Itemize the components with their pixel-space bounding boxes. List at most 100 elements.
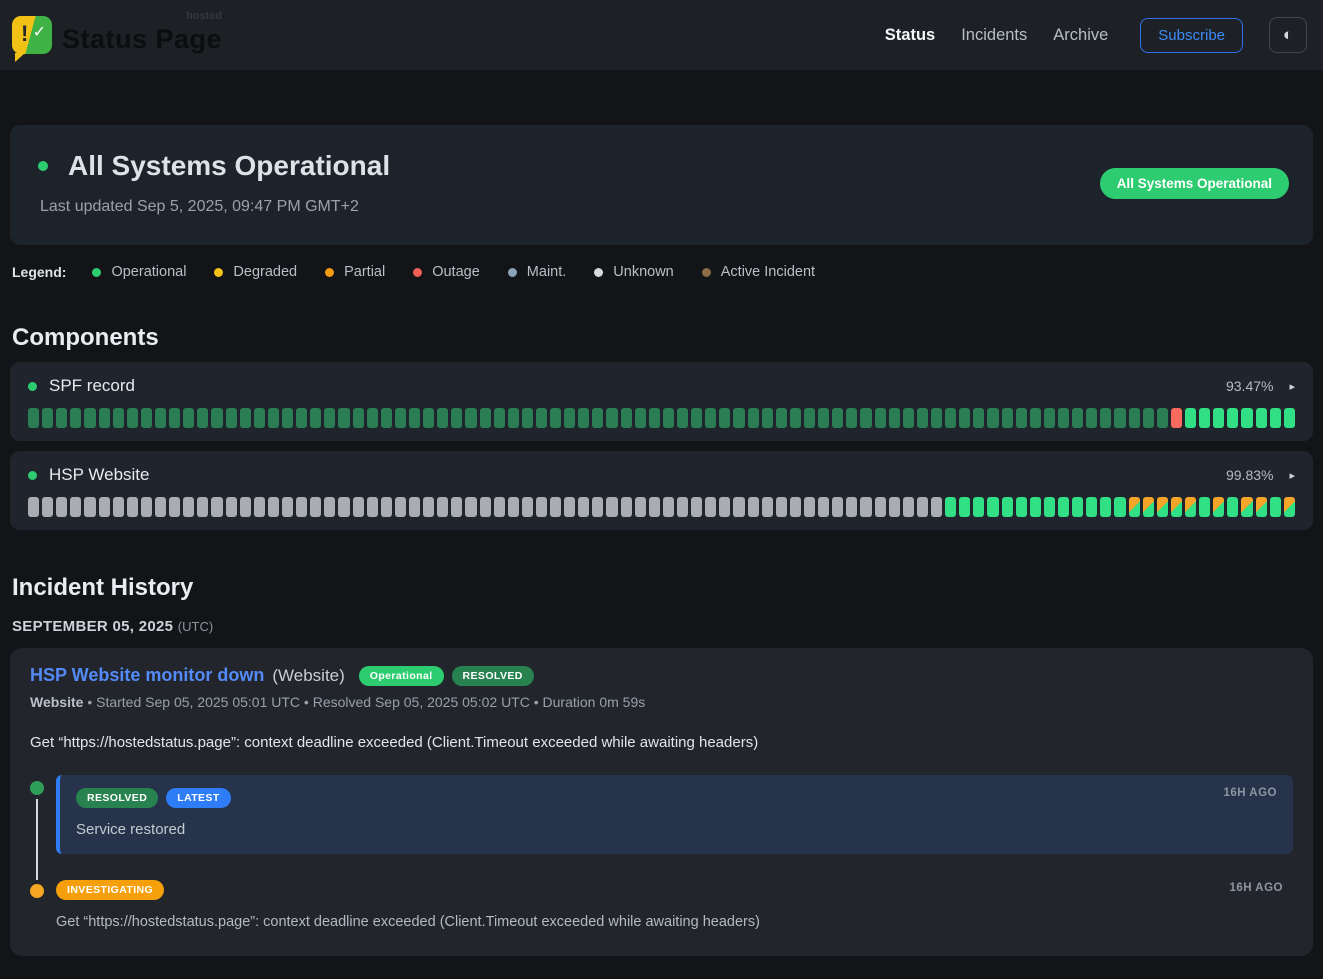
uptime-bar[interactable] [211,408,222,428]
uptime-bar[interactable] [1100,408,1111,428]
uptime-bar[interactable] [1143,408,1154,428]
uptime-bar[interactable] [663,408,674,428]
expand-arrow-icon[interactable]: ▸ [1289,380,1295,393]
uptime-bar[interactable] [141,408,152,428]
uptime-bar[interactable] [1100,497,1111,517]
uptime-bar[interactable] [1256,408,1267,428]
uptime-bar[interactable] [1199,408,1210,428]
uptime-bar[interactable] [649,497,660,517]
uptime-bar[interactable] [268,408,279,428]
uptime-bar[interactable] [550,497,561,517]
uptime-bar[interactable] [1030,408,1041,428]
uptime-bar[interactable] [226,408,237,428]
nav-incidents[interactable]: Incidents [961,26,1027,45]
uptime-bar[interactable] [705,497,716,517]
uptime-bar[interactable] [846,497,857,517]
uptime-bar[interactable] [423,408,434,428]
uptime-bar[interactable] [889,408,900,428]
uptime-bar[interactable] [635,408,646,428]
uptime-bar[interactable] [169,408,180,428]
nav-archive[interactable]: Archive [1053,26,1108,45]
uptime-bar[interactable] [1270,497,1281,517]
uptime-bar[interactable] [776,408,787,428]
uptime-bar[interactable] [1284,408,1295,428]
uptime-bar[interactable] [324,408,335,428]
uptime-bar[interactable] [1213,497,1224,517]
uptime-bar[interactable] [367,497,378,517]
uptime-bar[interactable] [99,497,110,517]
uptime-bar[interactable] [1016,408,1027,428]
uptime-bar[interactable] [99,408,110,428]
uptime-bar[interactable] [931,497,942,517]
uptime-bar[interactable] [832,497,843,517]
uptime-bar[interactable] [1058,408,1069,428]
uptime-bar[interactable] [860,408,871,428]
uptime-bar[interactable] [1157,497,1168,517]
uptime-bar[interactable] [1044,497,1055,517]
uptime-bar[interactable] [324,497,335,517]
uptime-bar[interactable] [1072,497,1083,517]
uptime-bar[interactable] [141,497,152,517]
uptime-bar[interactable] [113,408,124,428]
uptime-bar[interactable] [1016,497,1027,517]
uptime-bar[interactable] [494,408,505,428]
uptime-bar[interactable] [1058,497,1069,517]
uptime-bar[interactable] [254,497,265,517]
uptime-bar[interactable] [226,497,237,517]
uptime-bar[interactable] [240,408,251,428]
uptime-bar[interactable] [1185,408,1196,428]
uptime-bar[interactable] [592,408,603,428]
uptime-bar[interactable] [183,497,194,517]
uptime-bar[interactable] [1199,497,1210,517]
uptime-bar[interactable] [1185,497,1196,517]
uptime-bar[interactable] [268,497,279,517]
uptime-bar[interactable] [748,408,759,428]
uptime-bar[interactable] [70,408,81,428]
uptime-bar[interactable] [296,497,307,517]
uptime-bar[interactable] [353,408,364,428]
uptime-bar[interactable] [705,408,716,428]
uptime-bar[interactable] [127,497,138,517]
uptime-bar[interactable] [973,408,984,428]
uptime-bar[interactable] [1270,408,1281,428]
uptime-bar[interactable] [437,408,448,428]
brand-logo[interactable]: ! ✓ hosted Status Page [12,16,222,55]
uptime-bar[interactable] [1256,497,1267,517]
uptime-bar[interactable] [1114,497,1125,517]
uptime-bar[interactable] [42,497,53,517]
subscribe-button[interactable]: Subscribe [1140,18,1243,53]
uptime-bar[interactable] [522,497,533,517]
uptime-bar[interactable] [254,408,265,428]
uptime-bar[interactable] [790,408,801,428]
uptime-bar[interactable] [197,408,208,428]
uptime-bar[interactable] [522,408,533,428]
uptime-bar[interactable] [127,408,138,428]
uptime-bar[interactable] [677,497,688,517]
uptime-bar[interactable] [381,408,392,428]
uptime-bar[interactable] [804,408,815,428]
expand-arrow-icon[interactable]: ▸ [1289,469,1295,482]
uptime-bar[interactable] [451,408,462,428]
uptime-bar[interactable] [480,497,491,517]
uptime-bar[interactable] [310,408,321,428]
uptime-bar[interactable] [56,497,67,517]
uptime-bar[interactable] [465,497,476,517]
nav-status[interactable]: Status [885,26,935,45]
uptime-bar[interactable] [536,497,547,517]
uptime-bar[interactable] [353,497,364,517]
uptime-bar[interactable] [762,497,773,517]
uptime-bar[interactable] [621,408,632,428]
uptime-bar[interactable] [578,408,589,428]
uptime-bar[interactable] [28,497,39,517]
uptime-bar[interactable] [846,408,857,428]
uptime-bars[interactable] [28,408,1295,428]
uptime-bar[interactable] [776,497,787,517]
uptime-bar[interactable] [197,497,208,517]
uptime-bars[interactable] [28,497,1295,517]
uptime-bar[interactable] [1241,497,1252,517]
uptime-bar[interactable] [578,497,589,517]
uptime-bar[interactable] [437,497,448,517]
uptime-bar[interactable] [606,497,617,517]
uptime-bar[interactable] [719,497,730,517]
uptime-bar[interactable] [635,497,646,517]
